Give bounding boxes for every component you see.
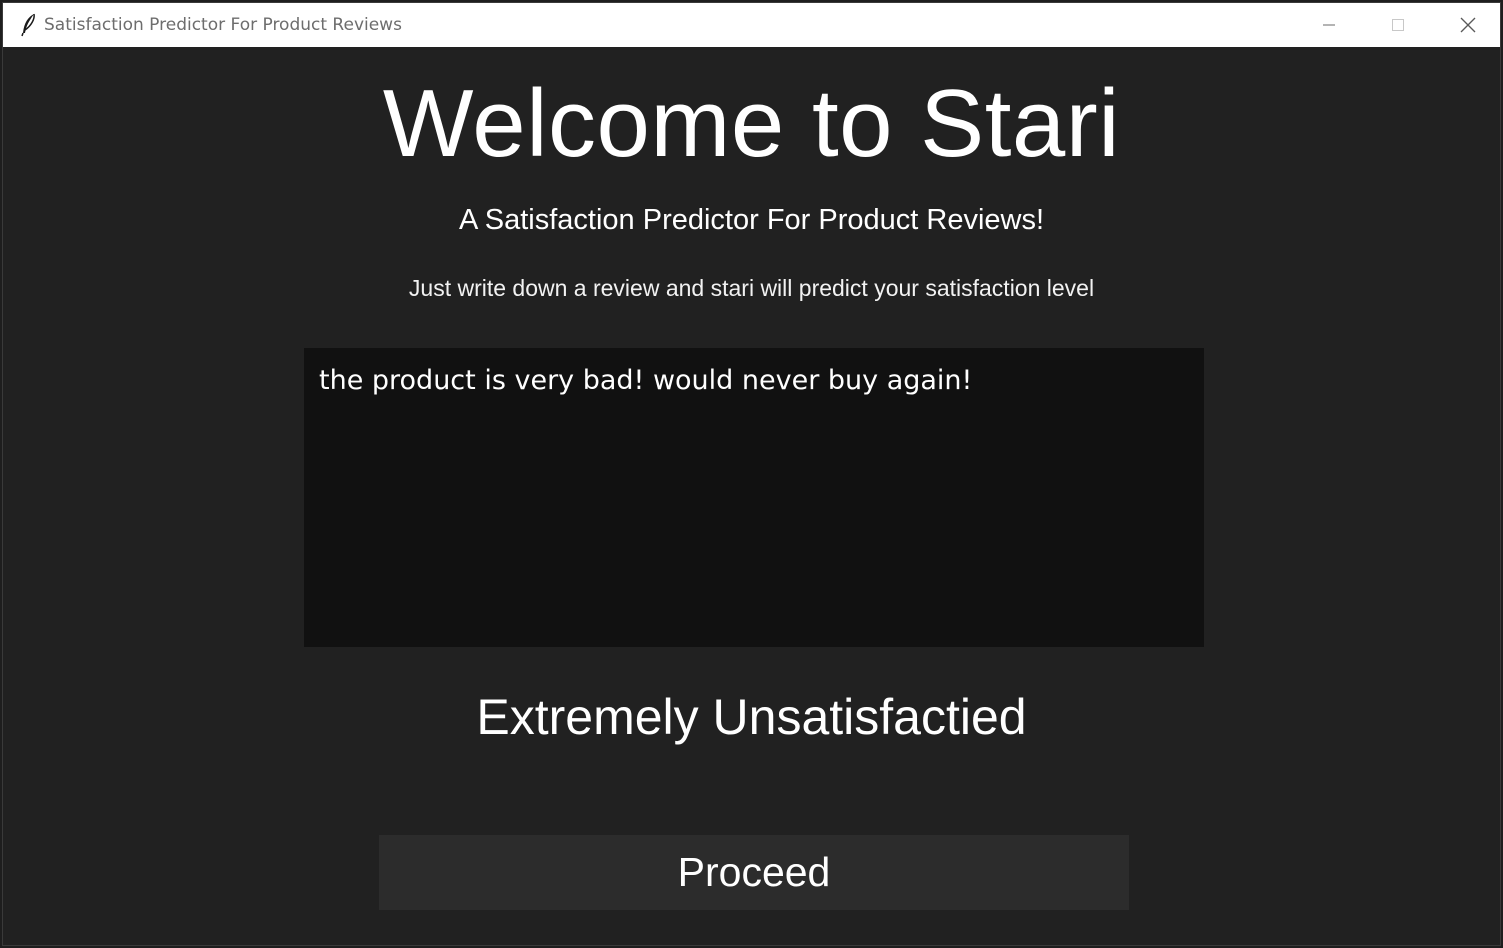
instructions-text: Just write down a review and stari will …	[408, 275, 1095, 301]
close-button[interactable]	[1434, 3, 1500, 47]
minimize-icon	[1321, 17, 1337, 33]
page-title: Welcome to Stari	[382, 70, 1121, 177]
title-bar[interactable]: Satisfaction Predictor For Product Revie…	[3, 3, 1500, 47]
maximize-button[interactable]	[1364, 3, 1432, 47]
app-window: Satisfaction Predictor For Product Revie…	[2, 2, 1501, 946]
proceed-button[interactable]: Proceed	[379, 835, 1129, 910]
main-content: Welcome to Stari A Satisfaction Predicto…	[3, 47, 1500, 945]
minimize-button[interactable]	[1295, 3, 1363, 47]
proceed-button-label: Proceed	[677, 849, 831, 895]
maximize-icon	[1390, 17, 1406, 33]
feather-icon	[19, 13, 39, 37]
close-icon	[1459, 16, 1477, 34]
window-title: Satisfaction Predictor For Product Revie…	[44, 15, 402, 35]
page-subtitle: A Satisfaction Predictor For Product Rev…	[458, 204, 1045, 236]
prediction-result: Extremely Unsatisfactied	[476, 689, 1027, 745]
review-textarea[interactable]: the product is very bad! would never buy…	[304, 348, 1204, 647]
